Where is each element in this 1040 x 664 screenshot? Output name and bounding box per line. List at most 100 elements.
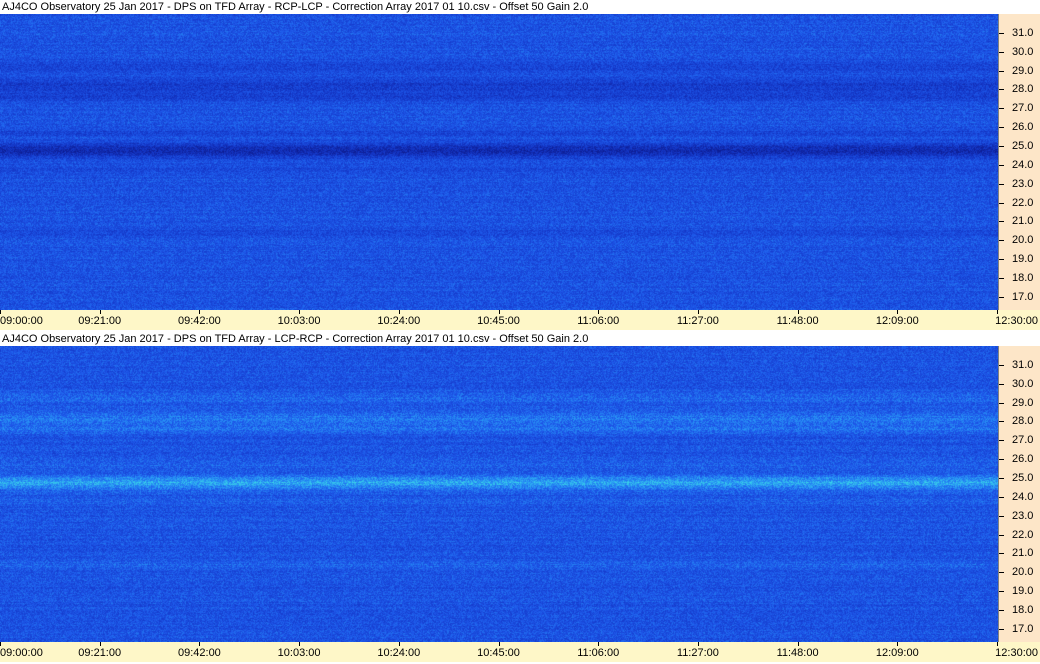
- frequency-tick: [999, 51, 1004, 53]
- time-label: 10:45:00: [477, 647, 520, 659]
- frequency-tick: [999, 164, 1004, 166]
- frequency-tick: [999, 609, 1004, 611]
- frequency-tick: [999, 277, 1004, 279]
- time-tick: [598, 310, 600, 314]
- frequency-label: 29.0: [1012, 64, 1034, 77]
- frequency-label: 18.0: [1012, 603, 1034, 616]
- time-label: 09:21:00: [78, 647, 122, 659]
- frequency-label: 30.0: [1012, 377, 1034, 390]
- time-label: 11:48:00: [776, 315, 819, 327]
- frequency-label: 31.0: [1012, 358, 1034, 371]
- frequency-label: 31.0: [1012, 26, 1034, 39]
- frequency-label: 26.0: [1012, 453, 1034, 466]
- frequency-label: 23.0: [1012, 177, 1034, 190]
- time-label: 11:27:00: [676, 647, 719, 659]
- frequency-label: 24.0: [1012, 158, 1034, 171]
- frequency-tick: [999, 515, 1004, 517]
- time-label: 10:45:00: [477, 315, 520, 327]
- time-tick: [897, 642, 899, 646]
- frequency-label: 27.0: [1012, 434, 1034, 447]
- time-label: 12:09:00: [875, 647, 919, 659]
- time-tick: [498, 642, 500, 646]
- frequency-axis-bottom: 31.0 30.0 29.0 28.0 27.0 26.0 25.0 24.0 23.0 22.0…: [998, 346, 1040, 642]
- frequency-label: 21.0: [1012, 547, 1034, 560]
- time-tick: [99, 642, 101, 646]
- time-tick: [398, 310, 400, 314]
- frequency-label: 29.0: [1012, 396, 1034, 409]
- time-tick: [299, 642, 301, 646]
- frequency-tick: [999, 259, 1004, 261]
- time-tick: [299, 310, 301, 314]
- frequency-label: 30.0: [1012, 45, 1034, 58]
- frequency-tick: [999, 202, 1004, 204]
- frequency-tick: [999, 421, 1004, 423]
- frequency-tick: [999, 108, 1004, 110]
- frequency-label: 28.0: [1012, 415, 1034, 428]
- frequency-tick: [999, 183, 1004, 185]
- time-label: 12:30:00: [995, 647, 1038, 659]
- time-tick: [199, 642, 201, 646]
- frequency-label: 23.0: [1012, 509, 1034, 522]
- frequency-tick: [999, 628, 1004, 630]
- time-tick: [997, 642, 998, 646]
- frequency-tick: [999, 383, 1004, 385]
- frequency-axis-top: 31.0 30.0 29.0 28.0 27.0 26.0 25.0 24.0 23.0 22.0…: [998, 14, 1040, 310]
- frequency-tick: [999, 591, 1004, 593]
- time-label: 09:00:00: [0, 647, 43, 659]
- time-tick: [598, 642, 600, 646]
- frequency-tick: [999, 32, 1004, 34]
- frequency-tick: [999, 459, 1004, 461]
- frequency-tick: [999, 440, 1004, 442]
- time-tick: [897, 310, 899, 314]
- frequency-tick: [999, 127, 1004, 129]
- frequency-label: 26.0: [1012, 121, 1034, 134]
- frequency-label: 19.0: [1012, 253, 1034, 266]
- frequency-label: 19.0: [1012, 585, 1034, 598]
- spectrogram-rcp-lcp[interactable]: [0, 14, 998, 310]
- frequency-tick: [999, 496, 1004, 498]
- frequency-label: 18.0: [1012, 271, 1034, 284]
- time-label: 09:42:00: [177, 647, 221, 659]
- time-tick: [797, 310, 799, 314]
- frequency-tick: [999, 364, 1004, 366]
- time-label: 09:42:00: [177, 315, 221, 327]
- panel-1-title: AJ4CO Observatory 25 Jan 2017 - DPS on T…: [0, 0, 1040, 14]
- frequency-label: 24.0: [1012, 490, 1034, 503]
- time-axis-top: 09:00:00 09:21:00 09:42:00 10:03:00 10:24:00…: [0, 310, 1040, 330]
- spectrogram-canvas-rcp-lcp: [0, 14, 998, 310]
- frequency-label: 21.0: [1012, 215, 1034, 228]
- spectrogram-lcp-rcp[interactable]: [0, 346, 998, 642]
- frequency-label: 22.0: [1012, 196, 1034, 209]
- time-tick: [797, 642, 799, 646]
- time-label: 10:03:00: [277, 315, 321, 327]
- frequency-label: 25.0: [1012, 139, 1034, 152]
- time-label: 11:48:00: [776, 647, 819, 659]
- time-label: 09:21:00: [78, 315, 122, 327]
- frequency-tick: [999, 70, 1004, 72]
- frequency-tick: [999, 145, 1004, 147]
- time-label: 12:09:00: [875, 315, 919, 327]
- frequency-label: 17.0: [1012, 622, 1034, 635]
- time-label: 10:03:00: [277, 647, 321, 659]
- panel-2-title: AJ4CO Observatory 25 Jan 2017 - DPS on T…: [0, 332, 1040, 346]
- time-tick: [0, 310, 1, 314]
- frequency-label: 22.0: [1012, 528, 1034, 541]
- frequency-label: 27.0: [1012, 102, 1034, 115]
- time-tick: [199, 310, 201, 314]
- time-tick: [697, 310, 699, 314]
- time-tick: [997, 310, 998, 314]
- frequency-tick: [999, 221, 1004, 223]
- frequency-tick: [999, 553, 1004, 555]
- frequency-label: 17.0: [1012, 290, 1034, 303]
- frequency-tick: [999, 240, 1004, 242]
- frequency-label: 25.0: [1012, 471, 1034, 484]
- time-label: 09:00:00: [0, 315, 43, 327]
- frequency-label: 20.0: [1012, 566, 1034, 579]
- time-axis-bottom: 09:00:00 09:21:00 09:42:00 10:03:00 10:24:00…: [0, 642, 1040, 662]
- time-label: 11:06:00: [577, 647, 620, 659]
- time-label: 11:06:00: [577, 315, 620, 327]
- time-tick: [398, 642, 400, 646]
- frequency-tick: [999, 296, 1004, 298]
- spectrogram-canvas-lcp-rcp: [0, 346, 998, 642]
- frequency-label: 20.0: [1012, 234, 1034, 247]
